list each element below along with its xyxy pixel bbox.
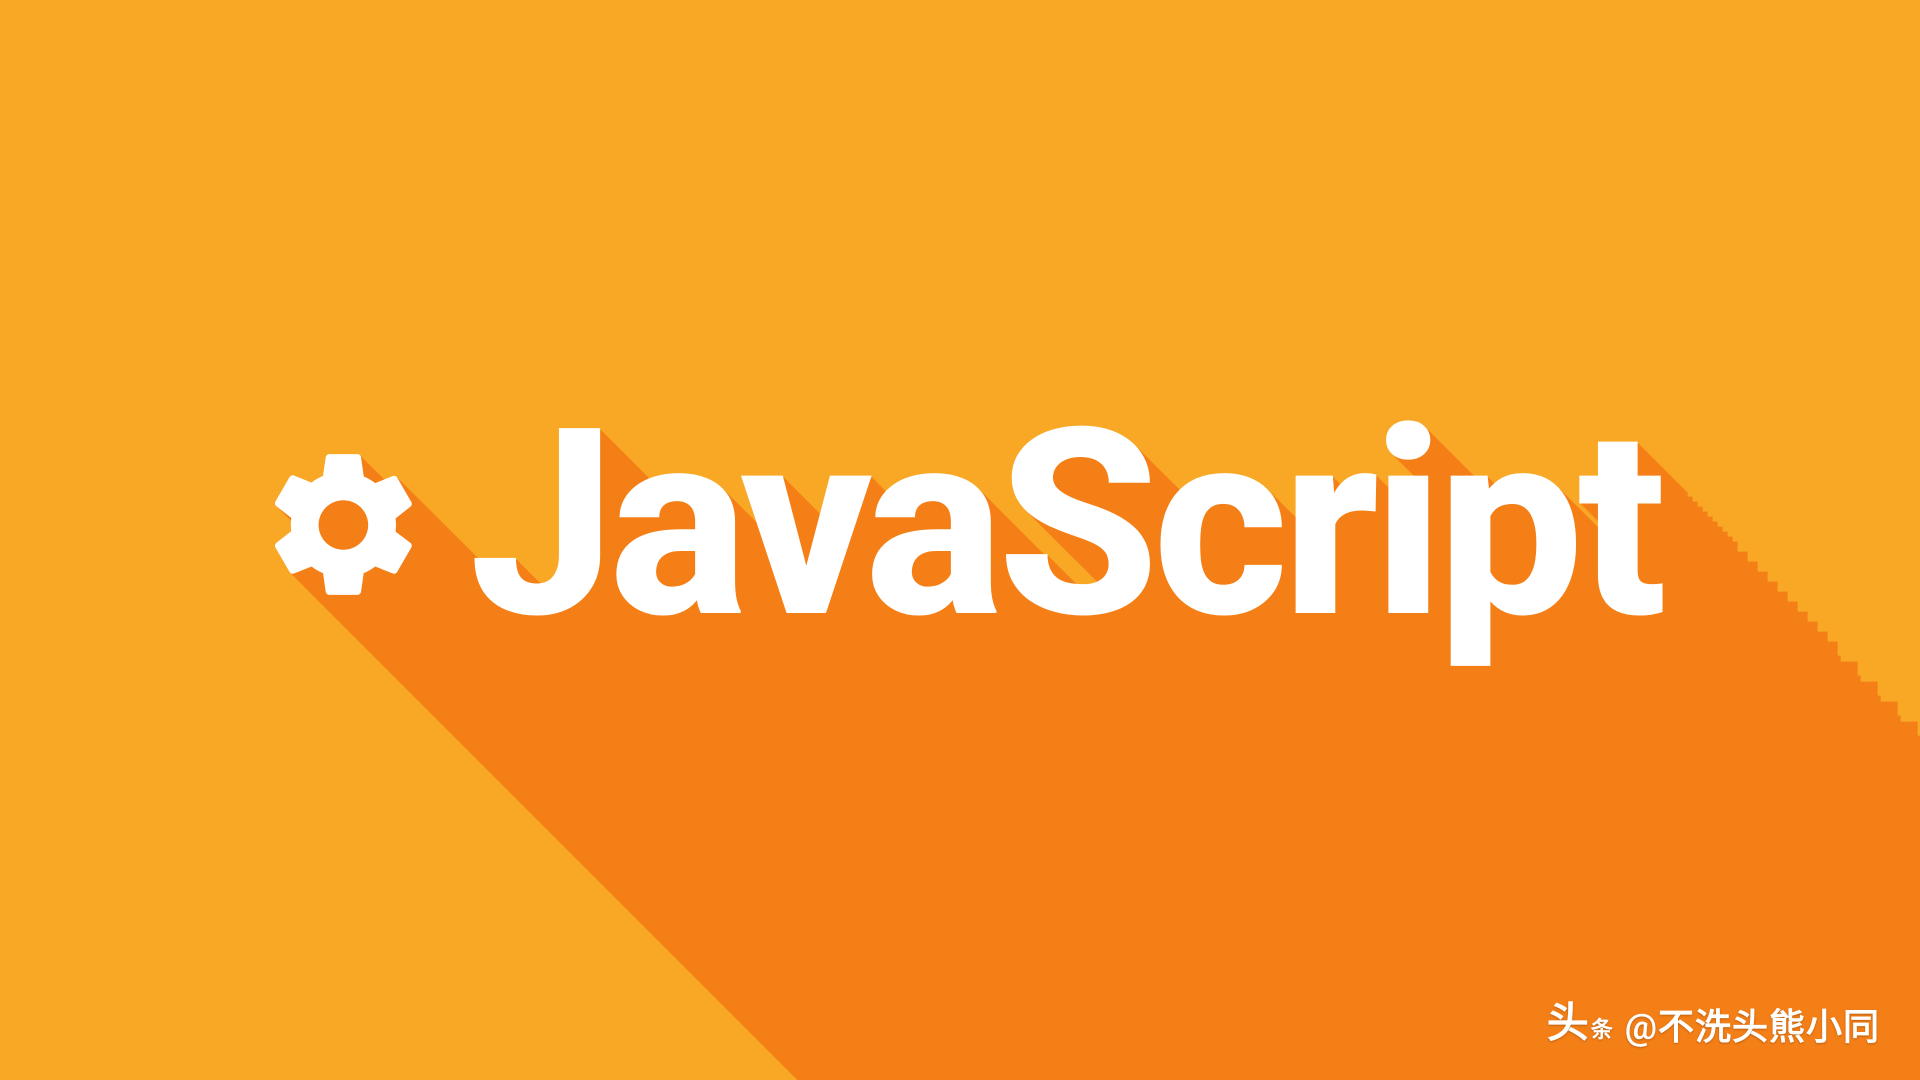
watermark-badge: 头 条	[1547, 1003, 1613, 1045]
hero-banner: JavaScript 头 条 @不洗头熊小同	[0, 0, 1920, 1080]
logo-title: JavaScript	[470, 395, 1661, 655]
gear-icon	[260, 440, 430, 610]
watermark-badge-main: 头	[1547, 1003, 1589, 1045]
logo-group: JavaScript	[260, 395, 1661, 655]
gear-icon-svg	[260, 440, 430, 610]
logo-title-wrap: JavaScript	[470, 395, 1661, 655]
watermark-text: @不洗头熊小同	[1625, 998, 1880, 1050]
watermark-badge-sub: 条	[1591, 1020, 1613, 1042]
watermark: 头 条 @不洗头熊小同	[1547, 998, 1880, 1050]
